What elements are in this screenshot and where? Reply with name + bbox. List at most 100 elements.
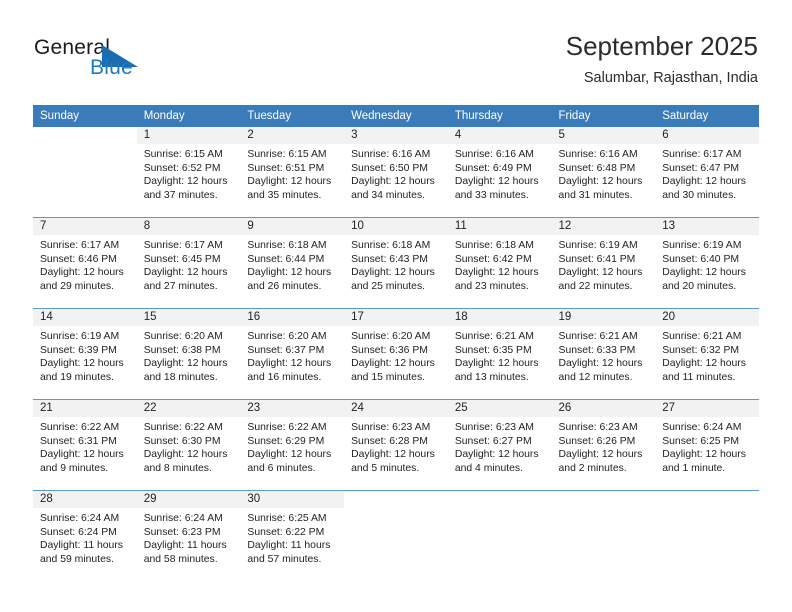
day-cell[interactable]: 8 Sunrise: 6:17 AM Sunset: 6:45 PM Daylight… [136,217,241,309]
daylight-text-line2: and 4 minutes. [454,462,523,474]
daylight-text-line2: and 20 minutes. [662,280,737,292]
day-cell[interactable]: 23 Sunrise: 6:22 AM Sunset: 6:29 PM Dayligh… [240,399,345,491]
daylight-text-line1: Daylight: 12 hours [351,267,435,279]
sunset-text: Sunset: 6:25 PM [662,435,740,447]
day-cell[interactable]: 21 Sunrise: 6:22 AM Sunset: 6:31 PM Dayligh… [33,399,137,491]
day-cell[interactable]: 13 Sunrise: 6:19 AM Sunset: 6:40 PM Dayligh… [655,217,759,309]
daylight-text-line2: and 1 minute. [662,462,726,474]
sunrise-text: Sunrise: 6:15 AM [247,149,327,160]
day-details: Sunrise: 6:19 AM Sunset: 6:41 PM Daylight:… [552,235,656,293]
day-cell[interactable]: 16 Sunrise: 6:20 AM Sunset: 6:37 PM Dayligh… [240,308,345,400]
day-number: 14 [33,309,137,326]
day-details: Sunrise: 6:16 AM Sunset: 6:49 PM Daylight:… [448,144,552,202]
sunrise-text: Sunrise: 6:19 AM [40,331,120,342]
daylight-text-line1: Daylight: 12 hours [40,358,124,370]
page-subtitle: Salumbar, Rajasthan, India [583,70,758,86]
day-cell[interactable]: 3 Sunrise: 6:16 AM Sunset: 6:50 PM Daylight… [344,127,448,218]
day-number: 25 [447,400,552,417]
weekday-header-friday: Friday [551,105,656,127]
day-details: Sunrise: 6:20 AM Sunset: 6:37 PM Daylight:… [240,326,344,384]
day-cell[interactable]: 7 Sunrise: 6:17 AM Sunset: 6:46 PM Daylight… [33,217,137,309]
day-cell[interactable]: 2 Sunrise: 6:15 AM Sunset: 6:51 PM Daylight… [240,127,345,218]
day-cell[interactable]: 25 Sunrise: 6:23 AM Sunset: 6:27 PM Dayligh… [447,399,552,491]
sunrise-text: Sunrise: 6:24 AM [662,422,742,433]
sunset-text: Sunset: 6:52 PM [143,162,221,174]
sunrise-text: Sunrise: 6:20 AM [351,331,431,342]
day-cell[interactable]: 28 Sunrise: 6:24 AM Sunset: 6:24 PM Dayligh… [33,490,137,581]
daylight-text-line2: and 58 minutes. [143,553,218,565]
daylight-text-line1: Daylight: 12 hours [247,358,332,370]
day-cell[interactable]: 6 Sunrise: 6:17 AM Sunset: 6:47 PM Daylight… [655,127,759,218]
day-cell[interactable]: 20 Sunrise: 6:21 AM Sunset: 6:32 PM Dayligh… [655,308,759,400]
sunset-text: Sunset: 6:44 PM [247,253,325,265]
sunrise-text: Sunrise: 6:20 AM [247,331,327,342]
day-number: 6 [655,127,759,144]
day-cell[interactable]: 15 Sunrise: 6:20 AM Sunset: 6:38 PM Dayligh… [136,308,241,400]
sunrise-text: Sunrise: 6:20 AM [143,331,223,342]
day-cell[interactable]: 5 Sunrise: 6:16 AM Sunset: 6:48 PM Daylight… [551,127,656,218]
sunrise-text: Sunrise: 6:23 AM [454,422,534,433]
daylight-text-line1: Daylight: 12 hours [454,267,539,279]
sunrise-text: Sunrise: 6:18 AM [247,240,327,251]
day-number: 30 [240,491,345,508]
sunset-text: Sunset: 6:26 PM [558,435,636,447]
general-blue-logo[interactable]: General Blue [34,36,164,82]
sunrise-text: Sunrise: 6:18 AM [454,240,534,251]
day-cell[interactable]: 1 Sunrise: 6:15 AM Sunset: 6:52 PM Daylight… [136,127,241,218]
day-cell[interactable]: 27 Sunrise: 6:24 AM Sunset: 6:25 PM Dayligh… [655,399,759,491]
daylight-text-line2: and 25 minutes. [351,280,426,292]
day-number: 9 [240,218,345,235]
day-details: Sunrise: 6:21 AM Sunset: 6:33 PM Daylight:… [552,326,656,384]
day-details: Sunrise: 6:17 AM Sunset: 6:45 PM Daylight:… [137,235,241,293]
sunset-text: Sunset: 6:24 PM [40,526,117,538]
daylight-text-line1: Daylight: 12 hours [558,358,643,370]
day-details: Sunrise: 6:15 AM Sunset: 6:51 PM Daylight:… [240,144,344,202]
daylight-text-line2: and 12 minutes. [558,371,633,383]
day-details: Sunrise: 6:22 AM Sunset: 6:31 PM Daylight:… [33,417,137,475]
day-cell[interactable]: 22 Sunrise: 6:22 AM Sunset: 6:30 PM Dayligh… [136,399,241,491]
day-cell[interactable]: 17 Sunrise: 6:20 AM Sunset: 6:36 PM Dayligh… [344,308,448,400]
day-cell[interactable]: 19 Sunrise: 6:21 AM Sunset: 6:33 PM Dayligh… [551,308,656,400]
sunrise-text: Sunrise: 6:15 AM [143,149,223,160]
sunrise-text: Sunrise: 6:23 AM [351,422,431,433]
day-cell[interactable]: 4 Sunrise: 6:16 AM Sunset: 6:49 PM Daylight… [447,127,552,218]
sunset-text: Sunset: 6:47 PM [662,162,740,174]
sunset-text: Sunset: 6:35 PM [454,344,532,356]
daylight-text-line1: Daylight: 12 hours [351,449,435,461]
day-cell[interactable]: 9 Sunrise: 6:18 AM Sunset: 6:44 PM Daylight… [240,217,345,309]
day-number: 11 [447,218,552,235]
masthead: General Blue September 2025 Salumbar, Ra… [0,0,792,104]
day-number [448,491,552,508]
day-cell[interactable]: 26 Sunrise: 6:23 AM Sunset: 6:26 PM Dayligh… [551,399,656,491]
calendar-table: Sunday Monday Tuesday Wednesday Thursday Frid… [33,105,759,581]
day-cell[interactable]: 24 Sunrise: 6:23 AM Sunset: 6:28 PM Dayligh… [344,399,448,491]
daylight-text-line2: and 11 minutes. [662,371,736,383]
daylight-text-line1: Daylight: 12 hours [40,267,124,279]
day-details: Sunrise: 6:22 AM Sunset: 6:30 PM Daylight:… [137,417,241,475]
daylight-text-line2: and 30 minutes. [662,189,737,201]
sunset-text: Sunset: 6:33 PM [558,344,636,356]
daylight-text-line1: Daylight: 12 hours [143,176,228,188]
sunrise-text: Sunrise: 6:21 AM [558,331,638,342]
day-number: 15 [136,309,241,326]
sunset-text: Sunset: 6:49 PM [454,162,532,174]
day-cell[interactable]: 14 Sunrise: 6:19 AM Sunset: 6:39 PM Dayligh… [33,308,137,400]
day-cell[interactable]: 10 Sunrise: 6:18 AM Sunset: 6:43 PM Dayligh… [344,217,448,309]
page-title: September 2025 [565,31,758,61]
day-cell[interactable]: 12 Sunrise: 6:19 AM Sunset: 6:41 PM Dayligh… [551,217,656,309]
daylight-text-line1: Daylight: 12 hours [454,358,539,370]
day-cell[interactable]: 29 Sunrise: 6:24 AM Sunset: 6:23 PM Dayligh… [136,490,241,581]
sunset-text: Sunset: 6:38 PM [143,344,221,356]
daylight-text-line1: Daylight: 12 hours [247,267,332,279]
title-block: September 2025 Salumbar, Rajasthan, Indi… [566,30,758,88]
day-number: 7 [33,218,137,235]
day-cell[interactable]: 18 Sunrise: 6:21 AM Sunset: 6:35 PM Dayligh… [447,308,552,400]
day-cell[interactable]: 30 Sunrise: 6:25 AM Sunset: 6:22 PM Dayligh… [240,490,345,581]
day-cell[interactable]: 11 Sunrise: 6:18 AM Sunset: 6:42 PM Dayligh… [447,217,552,309]
sunrise-text: Sunrise: 6:16 AM [351,149,431,160]
day-number: 12 [551,218,656,235]
day-details: Sunrise: 6:24 AM Sunset: 6:24 PM Daylight:… [33,508,137,566]
daylight-text-line2: and 9 minutes. [40,462,109,474]
day-details: Sunrise: 6:23 AM Sunset: 6:27 PM Daylight:… [448,417,552,475]
day-number: 29 [136,491,241,508]
